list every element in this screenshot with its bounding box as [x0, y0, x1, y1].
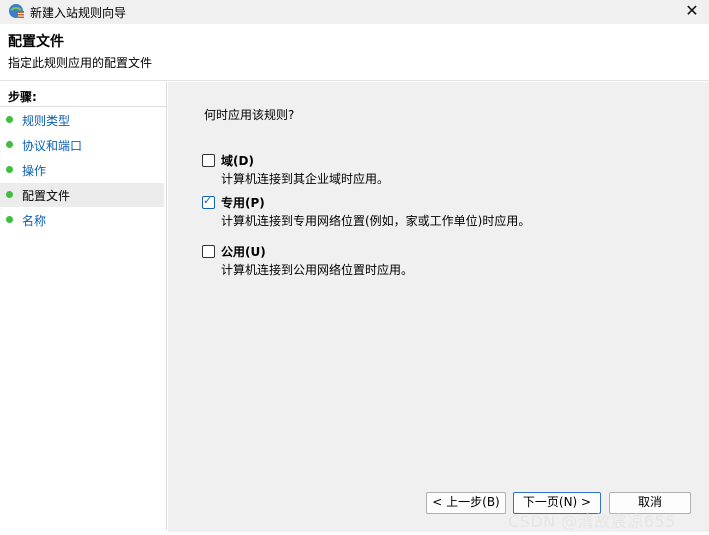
question-text: 何时应用该规则?: [204, 108, 295, 122]
option-label: 域(D): [221, 154, 254, 168]
sidebar-item-label: 名称: [22, 214, 47, 228]
header-divider: [0, 80, 709, 81]
sidebar-item-name[interactable]: 名称: [0, 208, 164, 232]
option-label: 专用(P): [221, 196, 265, 210]
window-title: 新建入站规则向导: [30, 6, 127, 20]
watermark: CSDN @清故宸凉655: [508, 512, 676, 531]
option-domain[interactable]: 域(D) 计算机连接到其企业域时应用。: [202, 152, 702, 188]
page-title: 配置文件: [8, 34, 64, 50]
sidebar-item-protocol-ports[interactable]: 协议和端口: [0, 133, 164, 157]
checkmark-icon: ✓: [203, 194, 213, 207]
option-description: 计算机连接到公用网络位置时应用。: [221, 263, 414, 277]
step-bullet-icon: [6, 116, 13, 123]
steps-divider: [0, 106, 166, 107]
sidebar-item-action[interactable]: 操作: [0, 158, 164, 182]
sidebar-item-label: 操作: [22, 164, 47, 178]
wizard-header: 配置文件 指定此规则应用的配置文件: [0, 24, 709, 80]
steps-sidebar: 步骤: 规则类型 协议和端口 操作 配置文件 名称: [0, 82, 167, 530]
close-icon[interactable]: ✕: [675, 0, 709, 22]
page-subtitle: 指定此规则应用的配置文件: [8, 56, 153, 70]
option-description: 计算机连接到专用网络位置(例如，家或工作单位)时应用。: [221, 214, 531, 228]
option-description: 计算机连接到其企业域时应用。: [221, 172, 390, 186]
option-public[interactable]: 公用(U) 计算机连接到公用网络位置时应用。: [202, 243, 702, 279]
sidebar-item-label: 规则类型: [22, 114, 71, 128]
title-bar: 新建入站规则向导 ✕: [0, 0, 709, 24]
step-bullet-icon: [6, 191, 13, 198]
wizard-content: 何时应用该规则? 域(D) 计算机连接到其企业域时应用。 ✓ 专用(P) 计算机…: [168, 82, 709, 532]
steps-title: 步骤:: [8, 90, 37, 104]
sidebar-item-label: 配置文件: [22, 189, 71, 203]
option-label: 公用(U): [221, 245, 266, 259]
step-bullet-icon: [6, 141, 13, 148]
step-bullet-icon: [6, 216, 13, 223]
public-checkbox[interactable]: [202, 245, 215, 258]
back-button[interactable]: < 上一步(B): [426, 492, 506, 514]
private-checkbox[interactable]: ✓: [202, 194, 215, 209]
sidebar-item-rule-type[interactable]: 规则类型: [0, 108, 164, 132]
firewall-app-icon: [9, 4, 24, 18]
option-private[interactable]: ✓ 专用(P) 计算机连接到专用网络位置(例如，家或工作单位)时应用。: [202, 194, 702, 230]
domain-checkbox[interactable]: [202, 154, 215, 167]
sidebar-item-profile[interactable]: 配置文件: [0, 183, 164, 207]
sidebar-item-label: 协议和端口: [22, 139, 83, 153]
step-bullet-icon: [6, 166, 13, 173]
